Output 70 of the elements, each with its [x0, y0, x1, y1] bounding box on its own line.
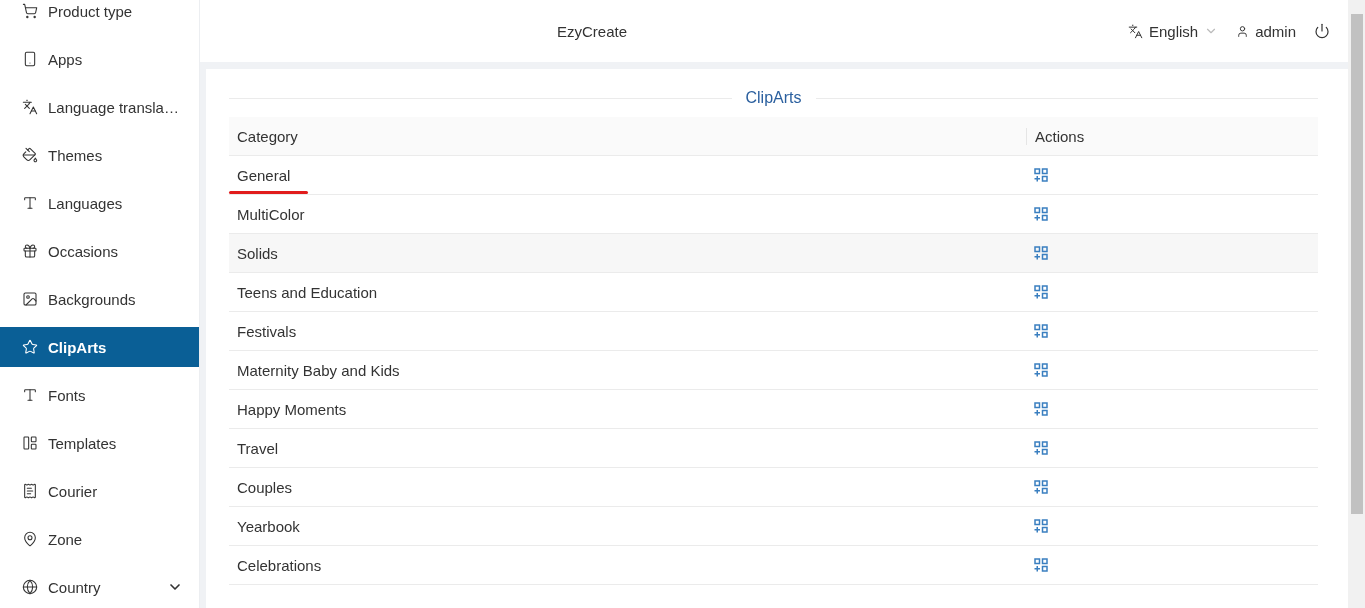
add-button[interactable]: [1034, 246, 1048, 260]
sidebar-item[interactable]: Themes: [0, 135, 199, 175]
table-cell-text: Celebrations: [236, 556, 323, 574]
add-grid-icon: [1034, 480, 1048, 494]
add-grid-icon: [1034, 441, 1048, 455]
add-grid-icon: [1034, 324, 1048, 338]
translate-icon: [22, 99, 38, 115]
add-grid-icon: [1034, 168, 1048, 182]
sidebar-item[interactable]: Product type: [0, 0, 199, 31]
scrollbar-thumb[interactable]: [1350, 14, 1363, 514]
receipt-icon: [22, 483, 38, 499]
power-icon[interactable]: [1314, 23, 1330, 39]
brand-name: EzyCreate: [557, 22, 629, 40]
table-cell-text: Teens and Education: [236, 283, 379, 301]
phone-icon: [22, 51, 38, 67]
column-header: Actions: [1026, 127, 1318, 145]
sidebar-item[interactable]: Apps: [0, 39, 199, 79]
add-button[interactable]: [1034, 285, 1048, 299]
add-button[interactable]: [1034, 480, 1048, 494]
user-icon: [1236, 24, 1250, 38]
table-cell-text: General: [236, 166, 292, 184]
star-icon: [22, 339, 38, 355]
add-grid-icon: [1034, 246, 1048, 260]
table-cell-text: Solids: [236, 244, 279, 262]
add-button[interactable]: [1034, 363, 1048, 377]
add-grid-icon: [1034, 363, 1048, 377]
sidebar-item[interactable]: Courier: [0, 471, 199, 511]
sidebar-item[interactable]: Languages: [0, 183, 199, 223]
add-grid-icon: [1034, 285, 1048, 299]
globe-icon: [22, 579, 38, 595]
map-pin-icon: [22, 531, 38, 547]
add-grid-icon: [1034, 558, 1048, 572]
table-cell-text: Couples: [236, 478, 294, 496]
user-name[interactable]: admin: [1255, 22, 1296, 40]
add-grid-icon: [1034, 519, 1048, 533]
sidebar-item[interactable]: Backgrounds: [0, 279, 199, 319]
add-button[interactable]: [1034, 558, 1048, 572]
table-cell-text: Yearbook: [236, 517, 301, 535]
cart-icon: [22, 3, 38, 19]
table-cell-text: MultiColor: [236, 205, 306, 223]
add-button[interactable]: [1034, 402, 1048, 416]
scrollbar[interactable]: [1348, 0, 1365, 608]
sidebar-item[interactable]: Occasions: [0, 231, 199, 271]
add-button[interactable]: [1034, 207, 1048, 221]
add-button[interactable]: [1034, 519, 1048, 533]
image-icon: [22, 291, 38, 307]
sidebar-item[interactable]: Templates: [0, 423, 199, 463]
table-cell-text: Happy Moments: [236, 400, 348, 418]
add-grid-icon: [1034, 402, 1048, 416]
sidebar-item[interactable]: Zone: [0, 519, 199, 559]
sidebar-item[interactable]: Language transla…: [0, 87, 199, 127]
sidebar-item[interactable]: Country: [0, 567, 199, 607]
column-header: Category: [236, 127, 299, 145]
text-icon: [22, 387, 38, 403]
page-title: ClipArts: [745, 89, 802, 107]
table-cell-text: Maternity Baby and Kids: [236, 361, 401, 379]
language-select[interactable]: English: [1148, 22, 1199, 40]
text-icon: [22, 195, 38, 211]
add-button[interactable]: [1034, 168, 1048, 182]
layout-icon: [22, 435, 38, 451]
gift-icon: [22, 243, 38, 259]
add-grid-icon: [1034, 207, 1048, 221]
table-cell-text: Travel: [236, 439, 280, 457]
add-button[interactable]: [1034, 324, 1048, 338]
paint-bucket-icon: [22, 147, 38, 163]
sidebar-item[interactable]: ClipArts: [0, 327, 199, 367]
translate-icon: [1127, 23, 1143, 39]
table-cell-text: Festivals: [236, 322, 298, 340]
sidebar-item[interactable]: Fonts: [0, 375, 199, 415]
add-button[interactable]: [1034, 441, 1048, 455]
